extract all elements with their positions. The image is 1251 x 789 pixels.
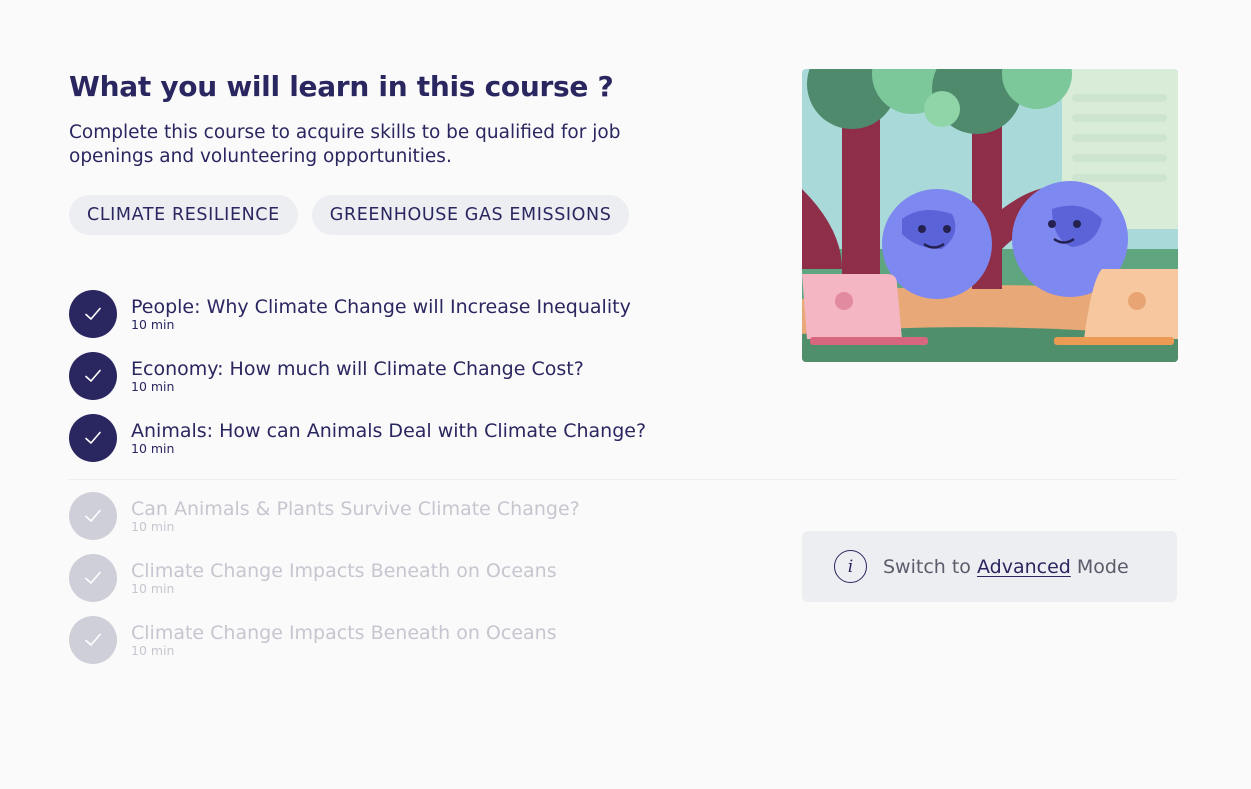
switch-mode-prefix: Switch to: [883, 555, 971, 578]
page-title: What you will learn in this course ?: [69, 70, 614, 103]
lesson-title: Economy: How much will Climate Change Co…: [131, 358, 584, 380]
advanced-mode-link[interactable]: Advanced: [977, 556, 1071, 578]
switch-mode-suffix: Mode: [1076, 555, 1129, 578]
divider: [69, 479, 1177, 480]
lesson-title: Climate Change Impacts Beneath on Oceans: [131, 560, 557, 582]
check-icon: [69, 492, 117, 540]
course-header: What you will learn in this course ? Com…: [69, 68, 709, 169]
check-icon: [69, 414, 117, 462]
check-icon: [69, 616, 117, 664]
check-icon: [69, 352, 117, 400]
lesson-duration: 10 min: [131, 379, 175, 394]
tag-climate-resilience[interactable]: CLIMATE RESILIENCE: [69, 195, 298, 235]
switch-mode-button[interactable]: i Switch to Advanced Mode: [802, 531, 1177, 602]
tag-greenhouse-gas-emissions[interactable]: GREENHOUSE GAS EMISSIONS: [311, 195, 630, 235]
lesson-title: Can Animals & Plants Survive Climate Cha…: [131, 498, 580, 520]
lesson-duration: 10 min: [131, 317, 175, 332]
lesson-duration: 10 min: [131, 643, 175, 658]
lesson-title: Climate Change Impacts Beneath on Oceans: [131, 622, 557, 644]
course-description: Complete this course to acquire skills t…: [69, 122, 621, 167]
info-icon: i: [834, 550, 867, 583]
lesson-title: People: Why Climate Change will Increase…: [131, 296, 631, 318]
lesson-duration: 10 min: [131, 519, 175, 534]
lesson-item-locked[interactable]: Climate Change Impacts Beneath on Oceans…: [69, 616, 1179, 678]
check-icon: [69, 554, 117, 602]
check-icon: [69, 290, 117, 338]
skill-tags: CLIMATE RESILIENCE GREENHOUSE GAS EMISSI…: [69, 195, 630, 235]
lesson-title: Animals: How can Animals Deal with Clima…: [131, 420, 647, 442]
lesson-item-completed[interactable]: Animals: How can Animals Deal with Clima…: [69, 414, 1179, 476]
lesson-duration: 10 min: [131, 581, 175, 596]
switch-mode-label: Switch to Advanced Mode: [883, 556, 1129, 578]
lesson-duration: 10 min: [131, 441, 175, 456]
course-illustration: [802, 69, 1178, 362]
illustration-image: [802, 69, 1178, 362]
